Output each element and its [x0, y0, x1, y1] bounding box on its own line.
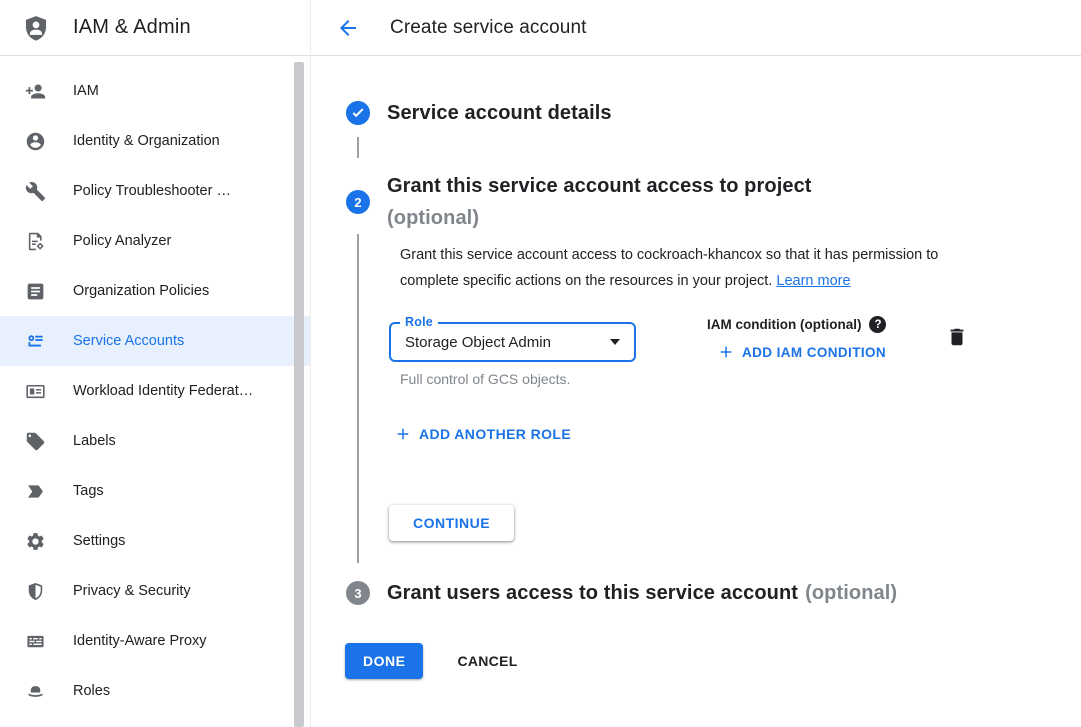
step-service-account-details: Service account details: [346, 101, 1081, 125]
step-grant-users: 3 Grant users access to this service acc…: [346, 581, 1081, 605]
step3-number-badge: 3: [346, 581, 370, 605]
role-select-label: Role: [400, 315, 438, 329]
document-gear-icon: [24, 230, 46, 252]
sidebar-item-label: Policy Troubleshooter …: [73, 183, 231, 199]
sidebar-item-policy-troubleshooter[interactable]: Policy Troubleshooter …: [0, 166, 310, 216]
sidebar-item-tags[interactable]: Tags: [0, 466, 310, 516]
plus-icon: [717, 343, 735, 361]
step2-optional-label: (optional): [387, 202, 812, 234]
plus-icon: [394, 425, 412, 443]
role-row: Role Storage Object Admin Full control o…: [389, 322, 968, 387]
app-window: IAM & Admin IAM Identity & Organization …: [0, 0, 1081, 727]
create-service-account-form: Service account details 2 Grant this ser…: [311, 56, 1081, 679]
sidebar-item-organization-policies[interactable]: Organization Policies: [0, 266, 310, 316]
cancel-button[interactable]: CANCEL: [455, 643, 519, 679]
shield-icon: [24, 580, 46, 602]
step2-heading: Grant this service account access to pro…: [387, 170, 812, 234]
person-add-icon: [24, 80, 46, 102]
sidebar-item-privacy-security[interactable]: Privacy & Security: [0, 566, 310, 616]
help-icon[interactable]: [869, 316, 886, 333]
tag-arrow-icon: [24, 480, 46, 502]
step3-heading: Grant users access to this service accou…: [387, 581, 897, 605]
add-iam-condition-label: ADD IAM CONDITION: [742, 345, 886, 360]
step2-body: Grant this service account access to coc…: [357, 234, 1081, 563]
label-tag-icon: [24, 430, 46, 452]
article-icon: [24, 280, 46, 302]
sidebar-item-label: Labels: [73, 433, 116, 449]
step3-title: Grant users access to this service accou…: [387, 582, 798, 604]
sidebar-item-roles[interactable]: Roles: [0, 666, 310, 716]
main-header: Create service account: [311, 0, 1081, 56]
role-helper-text: Full control of GCS objects.: [400, 371, 636, 387]
sidebar: IAM & Admin IAM Identity & Organization …: [0, 0, 311, 727]
sidebar-item-label: IAM: [73, 83, 99, 99]
sidebar-item-label: Tags: [73, 483, 104, 499]
step1-completed-check-icon: [346, 101, 370, 125]
back-arrow-icon[interactable]: [336, 16, 360, 40]
badge-card-icon: [24, 380, 46, 402]
sidebar-item-workload-identity-federation[interactable]: Workload Identity Federat…: [0, 366, 310, 416]
sidebar-item-label: Organization Policies: [73, 283, 209, 299]
sidebar-item-label: Workload Identity Federat…: [73, 383, 253, 399]
service-account-icon: [24, 330, 46, 352]
iam-admin-shield-icon: [22, 14, 50, 42]
role-select[interactable]: Role Storage Object Admin: [389, 322, 636, 362]
step-grant-access: 2 Grant this service account access to p…: [346, 170, 1081, 234]
add-another-role-button[interactable]: ADD ANOTHER ROLE: [394, 425, 571, 443]
sidebar-item-label: Identity-Aware Proxy: [73, 633, 207, 649]
sidebar-item-iam[interactable]: IAM: [0, 66, 310, 116]
step2-title: Grant this service account access to pro…: [387, 170, 812, 202]
step1-title: Service account details: [387, 101, 612, 125]
sidebar-item-label: Privacy & Security: [73, 583, 191, 599]
form-actions: DONE CANCEL: [345, 643, 1081, 679]
main-panel: Create service account Service account d…: [311, 0, 1081, 727]
done-button[interactable]: DONE: [345, 643, 423, 679]
proxy-icon: [24, 630, 46, 652]
sidebar-item-label: Settings: [73, 533, 125, 549]
delete-role-button[interactable]: [946, 326, 968, 348]
learn-more-link[interactable]: Learn more: [776, 273, 850, 289]
iam-condition-column: IAM condition (optional) ADD IAM CONDITI…: [707, 316, 886, 387]
sidebar-item-settings[interactable]: Settings: [0, 516, 310, 566]
step2-number-badge: 2: [346, 190, 370, 214]
role-select-value: Storage Object Admin: [405, 334, 551, 351]
sidebar-item-identity-organization[interactable]: Identity & Organization: [0, 116, 310, 166]
sidebar-item-label: Service Accounts: [73, 333, 184, 349]
account-circle-icon: [24, 130, 46, 152]
chevron-down-icon: [610, 339, 620, 345]
sidebar-item-service-accounts[interactable]: Service Accounts: [0, 316, 310, 366]
wrench-icon: [24, 180, 46, 202]
step2-description: Grant this service account access to coc…: [400, 242, 984, 294]
iam-condition-label-row: IAM condition (optional): [707, 316, 886, 333]
sidebar-title: IAM & Admin: [73, 16, 191, 39]
continue-button[interactable]: CONTINUE: [389, 505, 514, 541]
sidebar-nav: IAM Identity & Organization Policy Troub…: [0, 56, 310, 716]
sidebar-scrollbar[interactable]: [294, 62, 304, 727]
sidebar-item-label: Identity & Organization: [73, 133, 220, 149]
stepper-connector-line: [357, 137, 359, 158]
page-title: Create service account: [390, 17, 587, 39]
step2-description-text: Grant this service account access to coc…: [400, 247, 938, 289]
sidebar-item-identity-aware-proxy[interactable]: Identity-Aware Proxy: [0, 616, 310, 666]
sidebar-item-label: Roles: [73, 683, 110, 699]
add-another-role-label: ADD ANOTHER ROLE: [419, 426, 571, 442]
hat-icon: [24, 680, 46, 702]
sidebar-item-label: Policy Analyzer: [73, 233, 171, 249]
step3-optional-label: (optional): [805, 582, 897, 604]
sidebar-item-labels[interactable]: Labels: [0, 416, 310, 466]
sidebar-item-policy-analyzer[interactable]: Policy Analyzer: [0, 216, 310, 266]
gear-icon: [24, 530, 46, 552]
add-iam-condition-button[interactable]: ADD IAM CONDITION: [717, 343, 886, 361]
iam-condition-label: IAM condition (optional): [707, 317, 861, 332]
trash-icon: [946, 326, 968, 348]
role-column: Role Storage Object Admin Full control o…: [389, 322, 636, 387]
sidebar-header: IAM & Admin: [0, 0, 310, 56]
